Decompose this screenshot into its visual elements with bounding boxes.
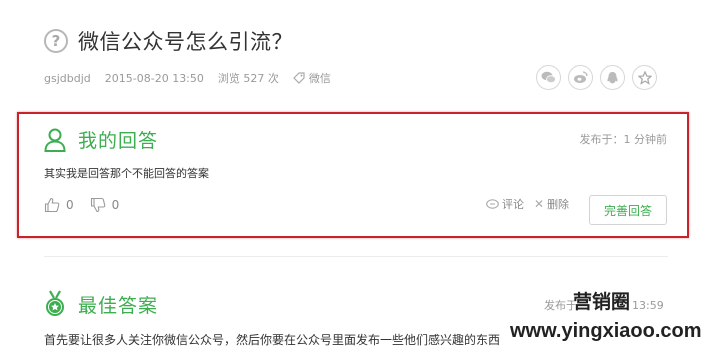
weibo-icon <box>574 71 588 83</box>
watermark-url: www.yingxiaoo.com <box>510 320 702 342</box>
comment-button[interactable]: 评论 <box>486 196 524 212</box>
question-tag[interactable]: 微信 <box>293 70 345 86</box>
user-icon <box>44 128 66 152</box>
author-link[interactable]: gsjdbdjd <box>44 72 91 85</box>
best-answer-header: 最佳答案 <box>44 290 158 318</box>
vote-bar: 0 0 <box>44 197 135 213</box>
thumbs-up-icon <box>44 197 60 213</box>
delete-button[interactable]: ✕ 删除 <box>534 196 569 212</box>
my-answer-header: 我的回答 <box>44 126 158 153</box>
question-circle-icon: ? <box>44 29 68 53</box>
watermark-brand: 营销圈 <box>573 291 631 313</box>
question-meta: gsjdbdjd 2015-08-20 13:50 浏览 527 次 微信 <box>44 70 359 86</box>
best-answer-title: 最佳答案 <box>78 294 159 317</box>
my-answer-published: 发布于：1 分钟前 <box>579 133 668 146</box>
dislike-count: 0 <box>111 198 120 212</box>
best-answer-published-time: 13:59 <box>632 299 664 312</box>
star-icon <box>637 70 652 85</box>
tag-label: 微信 <box>308 72 331 85</box>
tag-icon <box>293 72 305 84</box>
my-answer-title: 我的回答 <box>78 130 159 152</box>
close-icon: ✕ <box>534 197 545 211</box>
question-header: ? 微信公众号怎么引流？ <box>44 26 293 56</box>
best-answer-text: 首先要让很多人关注你微信公众号，然后你要在公众号里面发布一些他们感兴趣的东西 <box>44 333 501 347</box>
share-bar <box>536 65 664 90</box>
qq-icon <box>607 71 618 83</box>
wechat-icon <box>541 71 556 84</box>
comment-label: 评论 <box>502 198 524 211</box>
question-title: 微信公众号怎么引流？ <box>78 30 293 54</box>
favorite-button[interactable] <box>632 65 657 90</box>
complete-answer-button[interactable]: 完善回答 <box>589 195 667 225</box>
like-button[interactable]: 0 <box>44 197 74 213</box>
section-divider <box>44 256 668 257</box>
qq-share-button[interactable] <box>600 65 625 90</box>
view-count: 浏览 527 次 <box>217 72 279 85</box>
weibo-share-button[interactable] <box>568 65 593 90</box>
like-count: 0 <box>66 198 74 212</box>
medal-icon <box>46 290 64 316</box>
answer-actions: 评论 ✕ 删除 <box>486 196 579 212</box>
comment-icon <box>486 198 499 209</box>
delete-label: 删除 <box>547 198 570 211</box>
wechat-share-button[interactable] <box>536 65 561 90</box>
my-answer-text: 其实我是回答那个不能回答的答案 <box>44 167 209 180</box>
thumbs-down-icon <box>90 197 105 213</box>
question-datetime: 2015-08-20 13:50 <box>104 71 204 85</box>
dislike-button[interactable]: 0 <box>90 197 120 213</box>
